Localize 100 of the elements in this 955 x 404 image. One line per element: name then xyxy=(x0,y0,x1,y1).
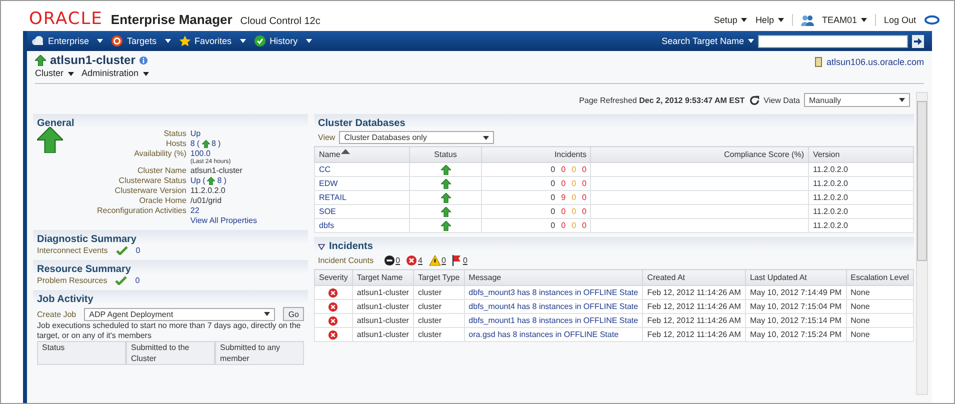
column-header[interactable]: Escalation Level xyxy=(846,270,914,286)
incident-count[interactable]: 0 xyxy=(550,192,556,203)
view-select[interactable]: Cluster Databases only xyxy=(339,131,494,144)
host-link[interactable]: atlsun106.us.oracle.com xyxy=(826,56,924,68)
paren-text: ) xyxy=(218,139,221,149)
warning-icon xyxy=(428,255,440,266)
summary-count[interactable]: 0 xyxy=(136,245,140,256)
caret-icon xyxy=(899,98,905,102)
incident-count-link[interactable]: 0 xyxy=(442,255,446,266)
column-header[interactable]: Target Type xyxy=(413,270,464,286)
incident-count[interactable]: 0 xyxy=(561,178,566,189)
database-link[interactable]: RETAIL xyxy=(319,193,346,202)
incident-count-link[interactable]: 0 xyxy=(396,255,400,266)
status-up-icon xyxy=(440,206,450,217)
property-label: Clusterware Status xyxy=(118,176,186,186)
property-label: Status xyxy=(162,129,186,139)
up-arrow-icon xyxy=(35,55,46,66)
incident-count[interactable]: 0 xyxy=(550,206,556,217)
target-menu[interactable]: Cluster xyxy=(35,68,74,79)
property-link[interactable]: 100.0 xyxy=(190,149,257,159)
header-link[interactable]: Log Out xyxy=(884,14,916,26)
database-link[interactable]: CC xyxy=(319,165,331,174)
property-label: Cluster Name xyxy=(136,166,186,176)
column-header[interactable]: Compliance Score (%) xyxy=(590,146,808,162)
target-menu[interactable]: Administration xyxy=(82,68,149,79)
nav-menu[interactable]: Targets xyxy=(111,35,171,47)
incident-count[interactable]: 0 xyxy=(582,164,586,175)
view-data-label: View Data xyxy=(764,94,800,106)
table-cell: None xyxy=(850,316,870,325)
incident-count[interactable]: 0 xyxy=(561,164,566,175)
go-button[interactable]: Go xyxy=(283,307,304,321)
nav-menu[interactable]: History xyxy=(254,35,312,47)
database-link[interactable]: dbfs xyxy=(319,221,334,230)
view-data-select[interactable]: Manually xyxy=(804,93,910,107)
up-count: 8 xyxy=(217,176,222,186)
incident-count[interactable]: 0 xyxy=(550,178,556,189)
column-header[interactable]: Status xyxy=(410,146,482,162)
version-text: 11.2.0.2.0 xyxy=(813,165,848,174)
column-header[interactable]: Version xyxy=(808,146,914,162)
up-arrow-icon xyxy=(202,140,210,148)
header-link[interactable]: Setup xyxy=(714,14,748,26)
header-link[interactable]: Help xyxy=(755,14,784,26)
column-header[interactable]: Incidents xyxy=(482,146,591,162)
info-icon[interactable] xyxy=(139,56,148,65)
incident-count-link[interactable]: 4 xyxy=(418,255,422,266)
header-link[interactable]: TEAM01 xyxy=(822,14,867,26)
star-icon xyxy=(178,35,191,47)
property-label: Oracle Home xyxy=(138,196,186,206)
incident-count[interactable]: 0 xyxy=(561,206,566,217)
incident-count[interactable]: 0 xyxy=(582,178,586,189)
incident-count-link[interactable]: 0 xyxy=(462,255,468,266)
column-header[interactable]: Message xyxy=(464,270,643,286)
summary-label: Problem Resources xyxy=(37,275,108,286)
scrollbar[interactable] xyxy=(916,92,928,395)
table-cell: May 10, 2012 7:14:49 PM xyxy=(750,288,842,297)
refresh-icon[interactable] xyxy=(748,94,760,106)
view-all-properties-link[interactable]: View All Properties xyxy=(190,216,257,226)
nav-menu[interactable]: Enterprise xyxy=(31,36,104,46)
job-type-select[interactable]: ADP Agent Deployment xyxy=(84,308,276,320)
property-link[interactable]: Up xyxy=(190,129,257,139)
column-header[interactable]: Target Name xyxy=(352,270,414,286)
column-header[interactable]: Name xyxy=(314,146,410,162)
column-header[interactable]: Created At xyxy=(642,270,746,286)
table-cell: May 10, 2012 7:15:24 PM xyxy=(750,330,842,339)
expanded-triangle-icon[interactable] xyxy=(318,244,325,250)
incident-count[interactable]: 0 xyxy=(582,220,586,231)
search-go-button[interactable] xyxy=(912,34,924,48)
table-cell: None xyxy=(850,302,870,311)
table-cell: cluster xyxy=(418,316,442,325)
up-arrow-icon xyxy=(207,177,216,185)
incident-count[interactable]: 9 xyxy=(561,192,566,203)
property-link[interactable]: 8 xyxy=(190,139,195,149)
summary-count[interactable]: 0 xyxy=(135,275,140,286)
caret-icon xyxy=(264,312,270,316)
database-link[interactable]: SOE xyxy=(319,207,336,216)
nav-menu[interactable]: Favorites xyxy=(178,35,246,47)
column-header[interactable]: Severity xyxy=(314,270,352,286)
table-cell: cluster xyxy=(418,288,442,297)
error-icon xyxy=(406,255,418,266)
database-link[interactable]: EDW xyxy=(319,179,338,188)
table-cell: None xyxy=(850,330,870,339)
brand-logo: ORACLE xyxy=(29,14,103,24)
column-header: Submitted to the Cluster xyxy=(126,341,215,365)
arrow-right-icon xyxy=(914,38,922,44)
property-label: Hosts xyxy=(164,139,186,149)
table-cell: cluster xyxy=(418,302,442,311)
search-scope-menu[interactable]: Search Target Name xyxy=(662,36,754,46)
property-link[interactable]: 22 xyxy=(190,206,257,216)
property-label: Clusterware Version xyxy=(114,186,186,196)
incident-count[interactable]: 0 xyxy=(582,206,586,217)
incident-count[interactable]: 0 xyxy=(550,220,556,231)
status-up-icon xyxy=(37,127,63,153)
create-job-label: Create Job xyxy=(37,308,76,320)
column-header[interactable]: Last Updated At xyxy=(745,270,846,286)
incident-count[interactable]: 0 xyxy=(582,192,586,203)
property-link[interactable]: Up xyxy=(190,176,201,186)
incident-count[interactable]: 0 xyxy=(550,164,556,175)
incident-count[interactable]: 0 xyxy=(561,220,566,231)
server-icon xyxy=(815,57,822,67)
search-field[interactable] xyxy=(758,34,908,48)
